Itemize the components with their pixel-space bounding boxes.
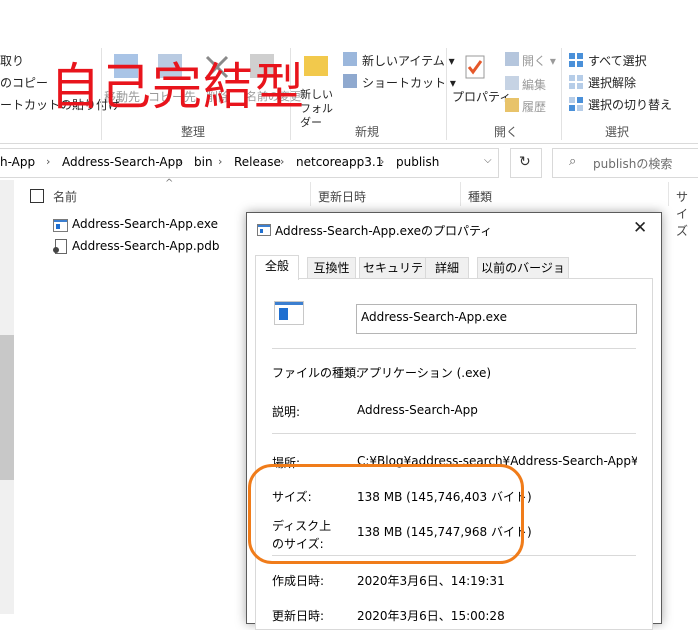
column-header-modified[interactable]: 更新日時	[318, 188, 366, 205]
organize-group-label: 整理	[181, 125, 206, 139]
scrollbar-thumb[interactable]	[0, 335, 14, 480]
application-icon	[274, 301, 304, 325]
created-value: 2020年3月6日、14:19:31	[357, 574, 505, 588]
breadcrumb-item[interactable]: bin	[194, 155, 213, 169]
refresh-button[interactable]: ↻	[510, 148, 542, 178]
breadcrumb-item[interactable]: netcoreapp3.1	[296, 155, 383, 169]
ribbon-separator	[446, 48, 447, 140]
shortcut-button[interactable]: ショートカット ▾	[362, 74, 456, 91]
column-separator[interactable]	[310, 182, 311, 206]
breadcrumb-item[interactable]: publish	[396, 155, 439, 169]
pdb-file-icon	[53, 239, 67, 254]
description-label: 説明:	[272, 405, 301, 419]
shortcut-icon[interactable]	[343, 74, 357, 88]
exe-icon	[53, 219, 68, 232]
modified-value: 2020年3月6日、15:00:28	[357, 609, 505, 623]
new-group-label: 新規	[355, 125, 380, 139]
ribbon-separator	[561, 48, 562, 140]
filename-field[interactable]: Address-Search-App.exe	[356, 304, 637, 334]
chevron-right-icon[interactable]: ›	[380, 155, 384, 168]
column-separator[interactable]	[460, 182, 461, 206]
edit-button[interactable]: 編集	[522, 76, 546, 93]
search-icon: ⌕	[569, 154, 577, 169]
sort-ascending-icon: ^	[165, 178, 174, 189]
cut-label[interactable]: 取り	[0, 52, 24, 69]
select-group-label: 選択	[605, 125, 630, 139]
column-header-name[interactable]: 名前	[53, 188, 77, 205]
select-all-icon[interactable]	[569, 53, 583, 67]
chevron-right-icon[interactable]: ›	[46, 155, 50, 168]
edit-icon[interactable]	[505, 76, 519, 90]
file-type-value: アプリケーション (.exe)	[357, 366, 492, 380]
column-header-type[interactable]: 種類	[468, 188, 492, 205]
divider	[272, 433, 636, 434]
exe-icon	[257, 224, 271, 236]
column-separator[interactable]	[668, 182, 669, 206]
general-tab-panel: Address-Search-App.exe ファイルの種類: アプリケーション…	[255, 278, 653, 630]
tab-compatibility[interactable]: 互換性	[307, 257, 356, 279]
new-item-icon[interactable]	[343, 52, 357, 66]
open-icon[interactable]	[505, 52, 519, 66]
dialog-title: Address-Search-App.exeのプロパティ	[275, 224, 493, 238]
chevron-right-icon[interactable]: ›	[218, 155, 222, 168]
tab-security[interactable]: セキュリティ	[359, 257, 427, 296]
tab-strip: 全般 互換性 セキュリティ 詳細 以前のバージョン	[255, 255, 653, 296]
select-all-checkbox[interactable]	[30, 189, 44, 203]
search-box[interactable]: ⌕ publishの検索	[552, 148, 698, 178]
open-button[interactable]: 開く ▾	[522, 52, 556, 69]
file-name[interactable]: Address-Search-App.pdb	[72, 239, 220, 253]
close-icon[interactable]: ✕	[633, 218, 647, 238]
invert-selection-button[interactable]: 選択の切り替え	[588, 96, 672, 113]
history-button[interactable]: 履歴	[522, 98, 546, 115]
chevron-right-icon[interactable]: ›	[280, 155, 284, 168]
breadcrumb-item[interactable]: Release	[234, 155, 281, 169]
created-label: 作成日時:	[272, 574, 325, 588]
select-all-button[interactable]: すべて選択	[588, 52, 647, 69]
select-none-icon[interactable]	[569, 75, 583, 89]
new-folder-button[interactable]: 新しい フォルダー	[300, 88, 340, 130]
chevron-down-icon[interactable]: ⌵	[484, 155, 492, 166]
breadcrumb-item[interactable]: h-App	[0, 155, 35, 169]
file-name[interactable]: Address-Search-App.exe	[72, 217, 218, 231]
highlight-annotation	[248, 464, 524, 564]
tab-details[interactable]: 詳細	[425, 257, 469, 279]
address-bar[interactable]: h-App › Address-Search-App › bin › Relea…	[0, 148, 499, 178]
filename-value: Address-Search-App.exe	[361, 310, 507, 324]
new-folder-icon[interactable]	[304, 56, 328, 76]
column-header-size[interactable]: サイズ	[676, 188, 698, 239]
properties-button[interactable]: プロパティ	[452, 88, 511, 105]
search-input[interactable]: publishの検索	[593, 155, 672, 172]
refresh-icon: ↻	[519, 154, 531, 170]
description-value: Address-Search-App	[357, 403, 478, 417]
breadcrumb-item[interactable]: Address-Search-App	[62, 155, 183, 169]
tab-previous-versions[interactable]: 以前のバージョン	[477, 257, 569, 296]
modified-label: 更新日時:	[272, 609, 325, 623]
open-group-label: 開く	[494, 125, 519, 139]
new-item-button[interactable]: 新しいアイテム ▾	[362, 52, 455, 69]
invert-selection-icon[interactable]	[569, 97, 583, 111]
divider	[272, 348, 636, 349]
properties-icon[interactable]	[462, 54, 488, 80]
tab-general[interactable]: 全般	[255, 255, 299, 280]
history-icon[interactable]	[505, 98, 519, 112]
overlay-annotation: 自己完結型	[50, 58, 305, 116]
select-none-button[interactable]: 選択解除	[588, 74, 636, 91]
copy-path-label[interactable]: のコピー	[0, 74, 48, 91]
chevron-right-icon[interactable]: ›	[178, 155, 182, 168]
file-type-label: ファイルの種類:	[272, 366, 361, 380]
